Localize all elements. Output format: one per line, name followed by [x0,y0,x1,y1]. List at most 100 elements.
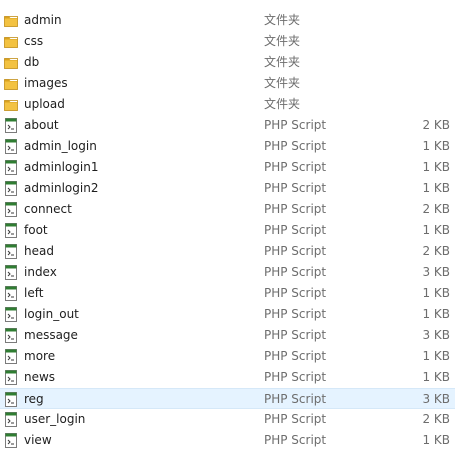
file-type: PHP Script [264,223,327,237]
file-size: 1 KB [422,349,450,363]
file-row-reg[interactable]: reg PHP Script 3 KB [0,388,455,409]
php-script-icon [4,265,18,280]
file-row-more[interactable]: more PHP Script 1 KB [0,346,455,367]
file-size: 1 KB [422,223,450,237]
file-type: PHP Script [264,139,327,153]
file-name: admin_login [24,139,97,153]
file-name: reg [24,392,44,406]
file-type: 文件夹 [264,76,301,90]
file-row-connect[interactable]: connect PHP Script 2 KB [0,199,455,220]
file-type: PHP Script [264,181,327,195]
file-name: css [24,34,44,48]
file-type: 文件夹 [264,34,301,48]
file-row-foot[interactable]: foot PHP Script 1 KB [0,220,455,241]
php-script-icon [4,118,18,133]
file-name: foot [24,223,48,237]
file-name: message [24,328,78,342]
file-size: 3 KB [422,328,450,342]
file-size: 2 KB [422,118,450,132]
file-row-images[interactable]: images 文件夹 [0,73,455,94]
file-name: about [24,118,59,132]
folder-icon [4,97,18,112]
file-name: view [24,433,52,447]
php-script-icon [4,181,18,196]
file-type: 文件夹 [264,97,301,111]
file-row-news[interactable]: news PHP Script 1 KB [0,367,455,388]
file-name: adminlogin2 [24,181,99,195]
folder-icon [4,55,18,70]
php-script-icon [4,223,18,238]
file-row-view[interactable]: view PHP Script 1 KB [0,430,455,451]
file-type: PHP Script [264,433,327,447]
file-size: 2 KB [422,244,450,258]
file-row-upload[interactable]: upload 文件夹 [0,94,455,115]
php-script-icon [4,202,18,217]
file-row-head[interactable]: head PHP Script 2 KB [0,241,455,262]
file-name: user_login [24,412,86,426]
file-type: PHP Script [264,202,327,216]
file-name: upload [24,97,65,111]
file-type: PHP Script [264,370,327,384]
file-size: 2 KB [422,412,450,426]
file-name: index [24,265,57,279]
file-type: PHP Script [264,160,327,174]
file-size: 1 KB [422,160,450,174]
php-script-icon [4,160,18,175]
file-size: 2 KB [422,202,450,216]
php-script-icon [4,328,18,343]
php-script-icon [4,370,18,385]
php-script-icon [4,286,18,301]
file-type: PHP Script [264,392,327,406]
file-size: 3 KB [422,392,450,406]
php-script-icon [4,412,18,427]
file-size: 3 KB [422,265,450,279]
file-name: head [24,244,54,258]
file-size: 1 KB [422,139,450,153]
file-type: PHP Script [264,349,327,363]
file-list: admin 文件夹 css 文件夹 db 文件夹 images 文件夹 upload 文件夹 abo… [0,0,455,454]
file-type: PHP Script [264,412,327,426]
file-size: 1 KB [422,433,450,447]
file-row-about[interactable]: about PHP Script 2 KB [0,115,455,136]
file-type: PHP Script [264,265,327,279]
file-type: 文件夹 [264,13,301,27]
file-type: 文件夹 [264,55,301,69]
file-row-adminlogin2[interactable]: adminlogin2 PHP Script 1 KB [0,178,455,199]
file-name: news [24,370,56,384]
file-name: login_out [24,307,79,321]
file-row-adminlogin1[interactable]: adminlogin1 PHP Script 1 KB [0,157,455,178]
file-name: adminlogin1 [24,160,99,174]
file-type: PHP Script [264,244,327,258]
file-row-user-login[interactable]: user_login PHP Script 2 KB [0,409,455,430]
file-name: left [24,286,44,300]
file-name: images [24,76,68,90]
file-name: more [24,349,56,363]
folder-icon [4,76,18,91]
file-size: 1 KB [422,286,450,300]
php-script-icon [4,139,18,154]
php-script-icon [4,307,18,322]
file-type: PHP Script [264,307,327,321]
folder-icon [4,13,18,28]
file-name: admin [24,13,62,27]
file-row-admin[interactable]: admin 文件夹 [0,10,455,31]
php-script-icon [4,433,18,448]
file-name: db [24,55,40,69]
file-row-index[interactable]: index PHP Script 3 KB [0,262,455,283]
file-row-admin-login[interactable]: admin_login PHP Script 1 KB [0,136,455,157]
folder-icon [4,34,18,49]
file-size: 1 KB [422,370,450,384]
file-row-left[interactable]: left PHP Script 1 KB [0,283,455,304]
php-script-icon [4,349,18,364]
file-size: 1 KB [422,307,450,321]
file-type: PHP Script [264,328,327,342]
php-script-icon [4,392,18,407]
file-name: connect [24,202,72,216]
file-row-message[interactable]: message PHP Script 3 KB [0,325,455,346]
file-type: PHP Script [264,286,327,300]
file-row-login-out[interactable]: login_out PHP Script 1 KB [0,304,455,325]
file-type: PHP Script [264,118,327,132]
php-script-icon [4,244,18,259]
file-row-db[interactable]: db 文件夹 [0,52,455,73]
file-row-css[interactable]: css 文件夹 [0,31,455,52]
